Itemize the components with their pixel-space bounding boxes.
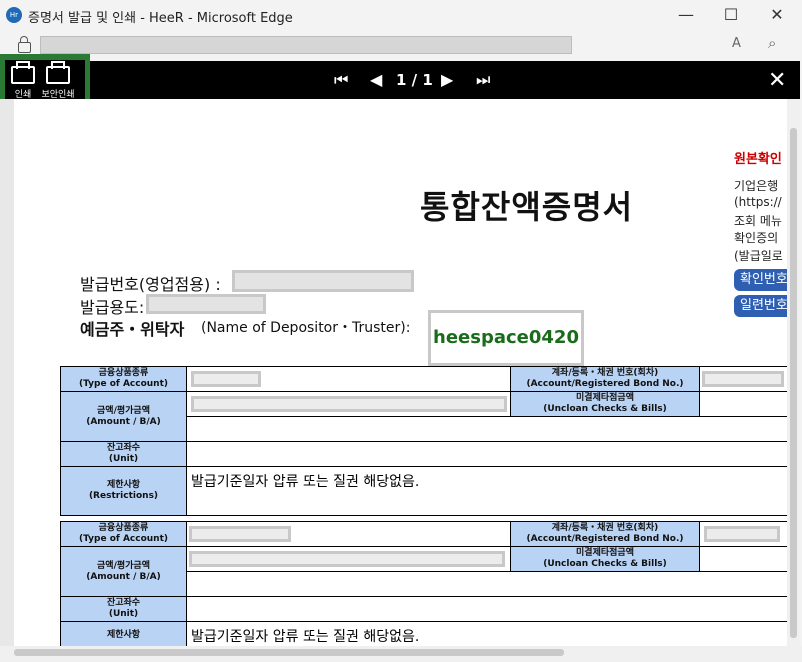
window-title: 증명서 발급 및 인쇄 - HeeR - Microsoft Edge [28, 11, 293, 26]
close-viewer-button[interactable]: ✕ [768, 68, 786, 93]
account-table-2: 금융상품종류 (Type of Account) 계좌/등록・채권 번호(회차)(… [60, 521, 788, 661]
horizontal-scrollbar-thumb[interactable] [14, 649, 564, 656]
table-row: 금융상품종류 (Type of Account) 계좌/등록・채권 번호(회차)(… [60, 366, 788, 392]
page-indicator: 1 / 1 [396, 71, 433, 89]
units-header: 잔고좌수 (Unit) [60, 441, 187, 467]
lock-icon[interactable] [18, 42, 31, 53]
depositor-label-en: (Name of Depositor・Truster): [201, 320, 411, 336]
unclear-checks-value [699, 546, 788, 572]
first-page-button[interactable]: ⏮ [334, 70, 348, 90]
bond-number-header: 계좌/등록・채권 번호(회차) (Account/Registered Bond … [510, 521, 700, 547]
account-table-1: 금융상품종류 (Type of Account) 계좌/등록・채권 번호(회차)(… [60, 366, 788, 516]
document-title: 통합잔액증명서 [420, 188, 634, 226]
units-value [186, 441, 788, 467]
next-page-button[interactable]: ▶ [441, 70, 453, 89]
side-text-2: (https:// [734, 195, 782, 209]
unclear-checks-header: 미결제타점금액 (Uncloan Checks & Bills) [510, 391, 700, 417]
maximize-button[interactable]: ☐ [709, 0, 753, 30]
bond-number-value [699, 521, 788, 547]
account-type-value [186, 521, 511, 547]
app-icon: Hr [6, 7, 22, 23]
side-text-4: 확인증의 [734, 231, 779, 245]
amount-value [186, 546, 511, 572]
zoom-icon[interactable]: ⌕ [768, 34, 776, 52]
issue-number-redacted [232, 270, 414, 292]
table-row: 잔고좌수 (Unit) [60, 441, 788, 467]
table-row: 잔고좌수 (Unit) [60, 596, 788, 622]
restrictions-value: 발급기준일자 압류 또는 질권 해당없음. [186, 466, 788, 516]
amount-header: 금액/평가금액 (Amount / B/A) [60, 391, 187, 442]
bond-number-header: 계좌/등록・채권 번호(회차) (Account/Registered Bond … [510, 366, 700, 392]
side-text-5: (발급일로 [734, 249, 783, 263]
print-button[interactable]: 인쇄 [8, 61, 38, 100]
restrictions-header: 제한사항 (Restrictions) [60, 466, 187, 516]
secure-print-button[interactable]: 보안인쇄 [40, 61, 76, 100]
unclear-checks-header: 미결제타점금액 (Uncloan Checks & Bills) [510, 546, 700, 572]
secure-printer-icon [46, 61, 70, 84]
table-row: 금액/평가금액 (Amount / B/A) 미결제타점금액 (Uncloan Ch… [60, 391, 788, 442]
side-text-3: 조회 메뉴 [734, 214, 782, 228]
prev-page-button[interactable]: ◀ [370, 70, 382, 89]
purpose-redacted [146, 294, 266, 314]
close-window-button[interactable]: ✕ [755, 0, 799, 30]
depositor-name: heespace0420 [428, 310, 584, 366]
account-type-value [186, 366, 511, 392]
table-row: 제한사항 (Restrictions) 발급기준일자 압류 또는 질권 해당없음. [60, 466, 788, 516]
table-row: 금액/평가금액 (Amount / B/A) 미결제타점금액 (Uncloan Ch… [60, 546, 788, 597]
minimize-button[interactable]: — [664, 0, 708, 30]
units-value [186, 596, 788, 622]
url-field-redacted[interactable] [40, 36, 572, 54]
amount-value [186, 391, 511, 417]
last-page-button[interactable]: ⏭ [476, 70, 490, 90]
account-type-header: 금융상품종류 (Type of Account) [60, 366, 187, 392]
serial-number-button[interactable]: 일련번호 [734, 295, 794, 317]
original-check-heading: 원본확인 [734, 152, 782, 167]
amount-value-extra [186, 571, 788, 597]
unclear-checks-value [699, 391, 788, 417]
issue-number-label: 발급번호(영업점용) : [80, 275, 221, 294]
amount-value-extra [186, 416, 788, 442]
account-type-header: 금융상품종류 (Type of Account) [60, 521, 187, 547]
printer-icon [11, 61, 35, 84]
depositor-label: 예금주・위탁자 [80, 320, 185, 339]
read-aloud-icon[interactable]: A [732, 36, 741, 51]
amount-header: 금액/평가금액 (Amount / B/A) [60, 546, 187, 597]
table-row: 금융상품종류 (Type of Account) 계좌/등록・채권 번호(회차)(… [60, 521, 788, 547]
vertical-scrollbar-thumb[interactable] [790, 128, 797, 638]
side-text-1: 기업은행 [734, 179, 779, 193]
purpose-label: 발급용도: [80, 298, 145, 317]
confirm-number-button[interactable]: 확인번호 [734, 269, 794, 291]
bond-number-value [699, 366, 788, 392]
units-header: 잔고좌수 (Unit) [60, 596, 187, 622]
